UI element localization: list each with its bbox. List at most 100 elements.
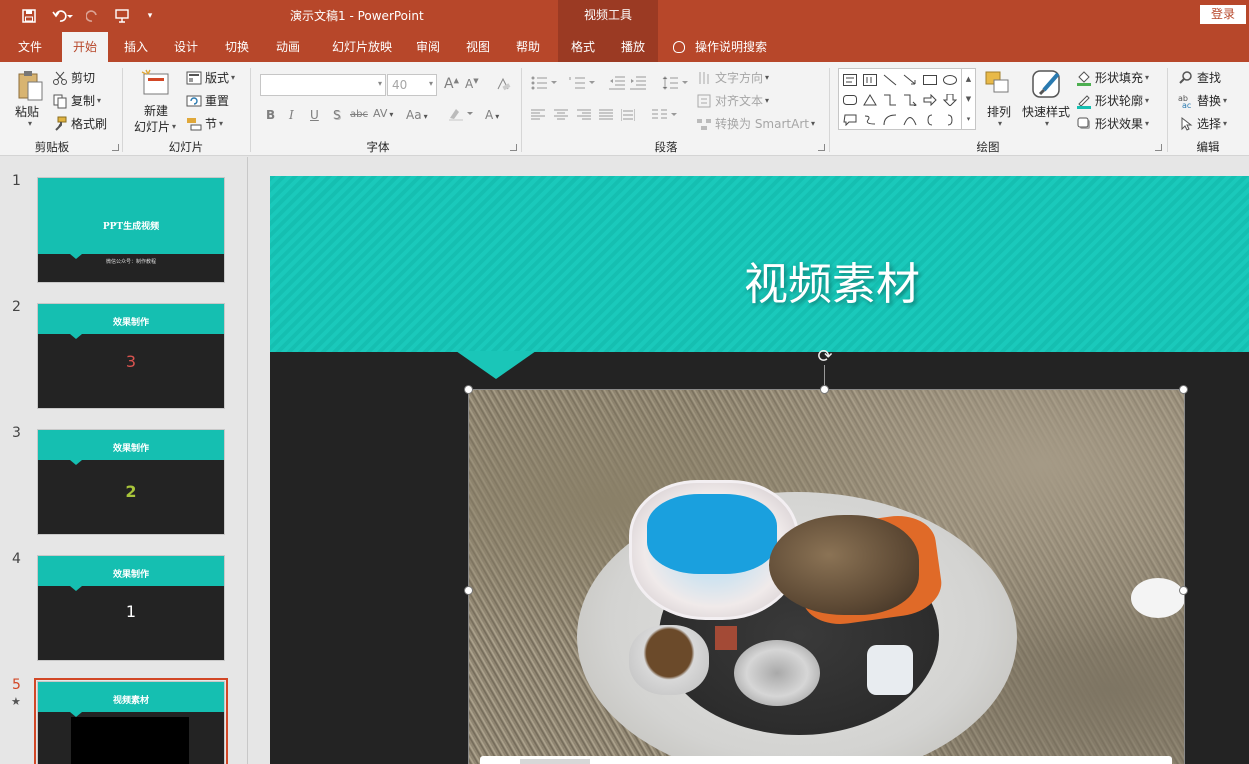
font-size-combo[interactable]: 40 ▾ xyxy=(387,74,437,96)
redo-icon[interactable] xyxy=(84,6,102,26)
tab-transitions[interactable]: 切换 xyxy=(215,32,259,62)
underline-button[interactable]: U xyxy=(310,108,319,122)
start-from-beginning-icon[interactable] xyxy=(112,6,134,26)
resize-handle-top-right[interactable] xyxy=(1179,385,1188,394)
bold-button[interactable]: B xyxy=(266,108,275,122)
arrange-button[interactable]: 排列 xyxy=(987,103,1011,120)
shape-effects-button[interactable]: 形状效果 ▾ xyxy=(1076,115,1149,132)
layout-button[interactable]: 版式 ▾ xyxy=(186,69,235,86)
clear-formatting-icon[interactable] xyxy=(495,76,511,95)
drawing-launcher-icon[interactable] xyxy=(1155,144,1162,151)
shape-vertical-textbox-icon[interactable] xyxy=(861,71,879,89)
tell-me-search[interactable]: 操作说明搜索 xyxy=(673,32,767,62)
resize-handle-top-left[interactable] xyxy=(464,385,473,394)
distributed-icon[interactable] xyxy=(620,108,636,125)
align-left-icon[interactable] xyxy=(531,109,545,124)
convert-smartart-button[interactable]: 转换为 SmartArt ▾ xyxy=(696,115,815,132)
quick-styles-dropdown[interactable]: ▾ xyxy=(1043,119,1049,128)
shape-left-brace-icon[interactable] xyxy=(921,111,939,129)
shape-triangle-icon[interactable] xyxy=(861,91,879,109)
tab-home[interactable]: 开始 xyxy=(62,32,108,62)
tab-design[interactable]: 设计 xyxy=(164,32,208,62)
shape-arrow-line-icon[interactable] xyxy=(901,71,919,89)
resize-handle-left[interactable] xyxy=(464,586,473,595)
resize-handle-top[interactable] xyxy=(820,385,829,394)
shape-rectangle-icon[interactable] xyxy=(921,71,939,89)
customize-toolbar-icon[interactable]: ▾ xyxy=(144,6,156,26)
shape-textbox-icon[interactable] xyxy=(841,71,859,89)
justify-icon[interactable] xyxy=(599,109,613,124)
resize-handle-right[interactable] xyxy=(1179,586,1188,595)
paragraph-launcher-icon[interactable] xyxy=(818,144,825,151)
tab-help[interactable]: 帮助 xyxy=(506,32,550,62)
shape-elbow-arrow-icon[interactable] xyxy=(901,91,919,109)
slide-thumbnail-2[interactable]: 效果制作 3 xyxy=(37,303,225,409)
login-button[interactable]: 登录 xyxy=(1200,5,1246,24)
tab-review[interactable]: 审阅 xyxy=(406,32,450,62)
shape-oval-icon[interactable] xyxy=(941,71,959,89)
new-slide-icon[interactable] xyxy=(140,68,172,101)
video-object[interactable] xyxy=(469,390,1184,764)
change-case-button[interactable]: Aa ▾ xyxy=(406,108,428,122)
new-slide-button[interactable]: 新建 xyxy=(144,102,168,119)
text-direction-button[interactable]: 文字方向 ▾ xyxy=(696,69,769,86)
shape-right-arrow-icon[interactable] xyxy=(921,91,939,109)
gallery-scroll[interactable]: ▲ ▼ ▾ xyxy=(961,69,975,129)
paste-icon[interactable] xyxy=(16,70,44,105)
decrease-indent-icon[interactable] xyxy=(609,76,625,93)
paste-dropdown[interactable]: ▾ xyxy=(26,119,32,128)
tab-file[interactable]: 文件 xyxy=(8,32,52,62)
cut-button[interactable]: 剪切 xyxy=(52,69,95,86)
shapes-gallery[interactable]: ▲ ▼ ▾ xyxy=(838,68,976,130)
font-launcher-icon[interactable] xyxy=(510,144,517,151)
grow-font-button[interactable]: A▲ xyxy=(444,76,459,92)
find-button[interactable]: 查找 xyxy=(1178,69,1221,86)
italic-button[interactable]: I xyxy=(289,108,294,122)
text-shadow-button[interactable]: S xyxy=(333,108,341,122)
replace-button[interactable]: ab ac 替换 ▾ xyxy=(1178,92,1227,110)
tab-playback[interactable]: 播放 xyxy=(608,32,658,62)
slide-thumbnail-3[interactable]: 效果制作 2 xyxy=(37,429,225,535)
tab-slideshow[interactable]: 幻灯片放映 xyxy=(320,32,404,62)
slide-thumbnail-4[interactable]: 效果制作 1 xyxy=(37,555,225,661)
font-color-button[interactable]: A ▾ xyxy=(485,108,499,122)
align-right-icon[interactable] xyxy=(577,109,591,124)
arrange-icon[interactable] xyxy=(984,70,1014,101)
rotate-handle-icon[interactable]: ⟳ xyxy=(815,347,835,367)
shape-rounded-rect-icon[interactable] xyxy=(841,91,859,109)
tab-animations[interactable]: 动画 xyxy=(266,32,310,62)
shape-fill-button[interactable]: 形状填充 ▾ xyxy=(1076,69,1149,86)
bullets-icon[interactable] xyxy=(531,76,559,93)
slide-thumbnail-1[interactable]: PPT生成视频 微信公众号：制作教程 xyxy=(37,177,225,283)
shape-arc-icon[interactable] xyxy=(881,111,899,129)
shape-down-arrow-icon[interactable] xyxy=(941,91,959,109)
align-center-icon[interactable] xyxy=(554,109,568,124)
section-button[interactable]: 节 ▾ xyxy=(186,115,223,132)
highlight-icon[interactable] xyxy=(448,106,474,125)
shape-right-brace-icon[interactable] xyxy=(941,111,959,129)
tab-insert[interactable]: 插入 xyxy=(114,32,158,62)
clipboard-launcher-icon[interactable] xyxy=(112,144,119,151)
video-playback-bar[interactable] xyxy=(480,756,1172,764)
slide-thumbnail-5[interactable]: 视频素材 xyxy=(34,678,228,764)
new-slide-dropdown[interactable]: 幻灯片 ▾ xyxy=(134,118,176,135)
font-name-combo[interactable]: ▾ xyxy=(260,74,386,96)
tab-view[interactable]: 视图 xyxy=(456,32,500,62)
copy-button[interactable]: 复制 ▾ xyxy=(52,92,101,109)
align-text-button[interactable]: 对齐文本 ▾ xyxy=(696,92,769,109)
slide-title[interactable]: 视频素材 xyxy=(744,248,920,312)
select-button[interactable]: 选择 ▾ xyxy=(1178,115,1227,132)
reset-button[interactable]: 重置 xyxy=(186,92,229,109)
tab-format[interactable]: 格式 xyxy=(558,32,608,62)
columns-icon[interactable] xyxy=(652,108,680,125)
shape-elbow-connector-icon[interactable] xyxy=(881,91,899,109)
shape-curve-icon[interactable] xyxy=(901,111,919,129)
video-progress-track[interactable] xyxy=(520,759,590,764)
quick-styles-button[interactable]: 快速样式 xyxy=(1022,103,1070,120)
shape-outline-button[interactable]: 形状轮廓 ▾ xyxy=(1076,92,1149,109)
increase-indent-icon[interactable] xyxy=(630,76,646,93)
shape-callout-icon[interactable] xyxy=(841,111,859,129)
line-spacing-icon[interactable] xyxy=(662,76,690,93)
format-painter-button[interactable]: 格式刷 xyxy=(52,115,107,132)
arrange-dropdown[interactable]: ▾ xyxy=(996,119,1002,128)
